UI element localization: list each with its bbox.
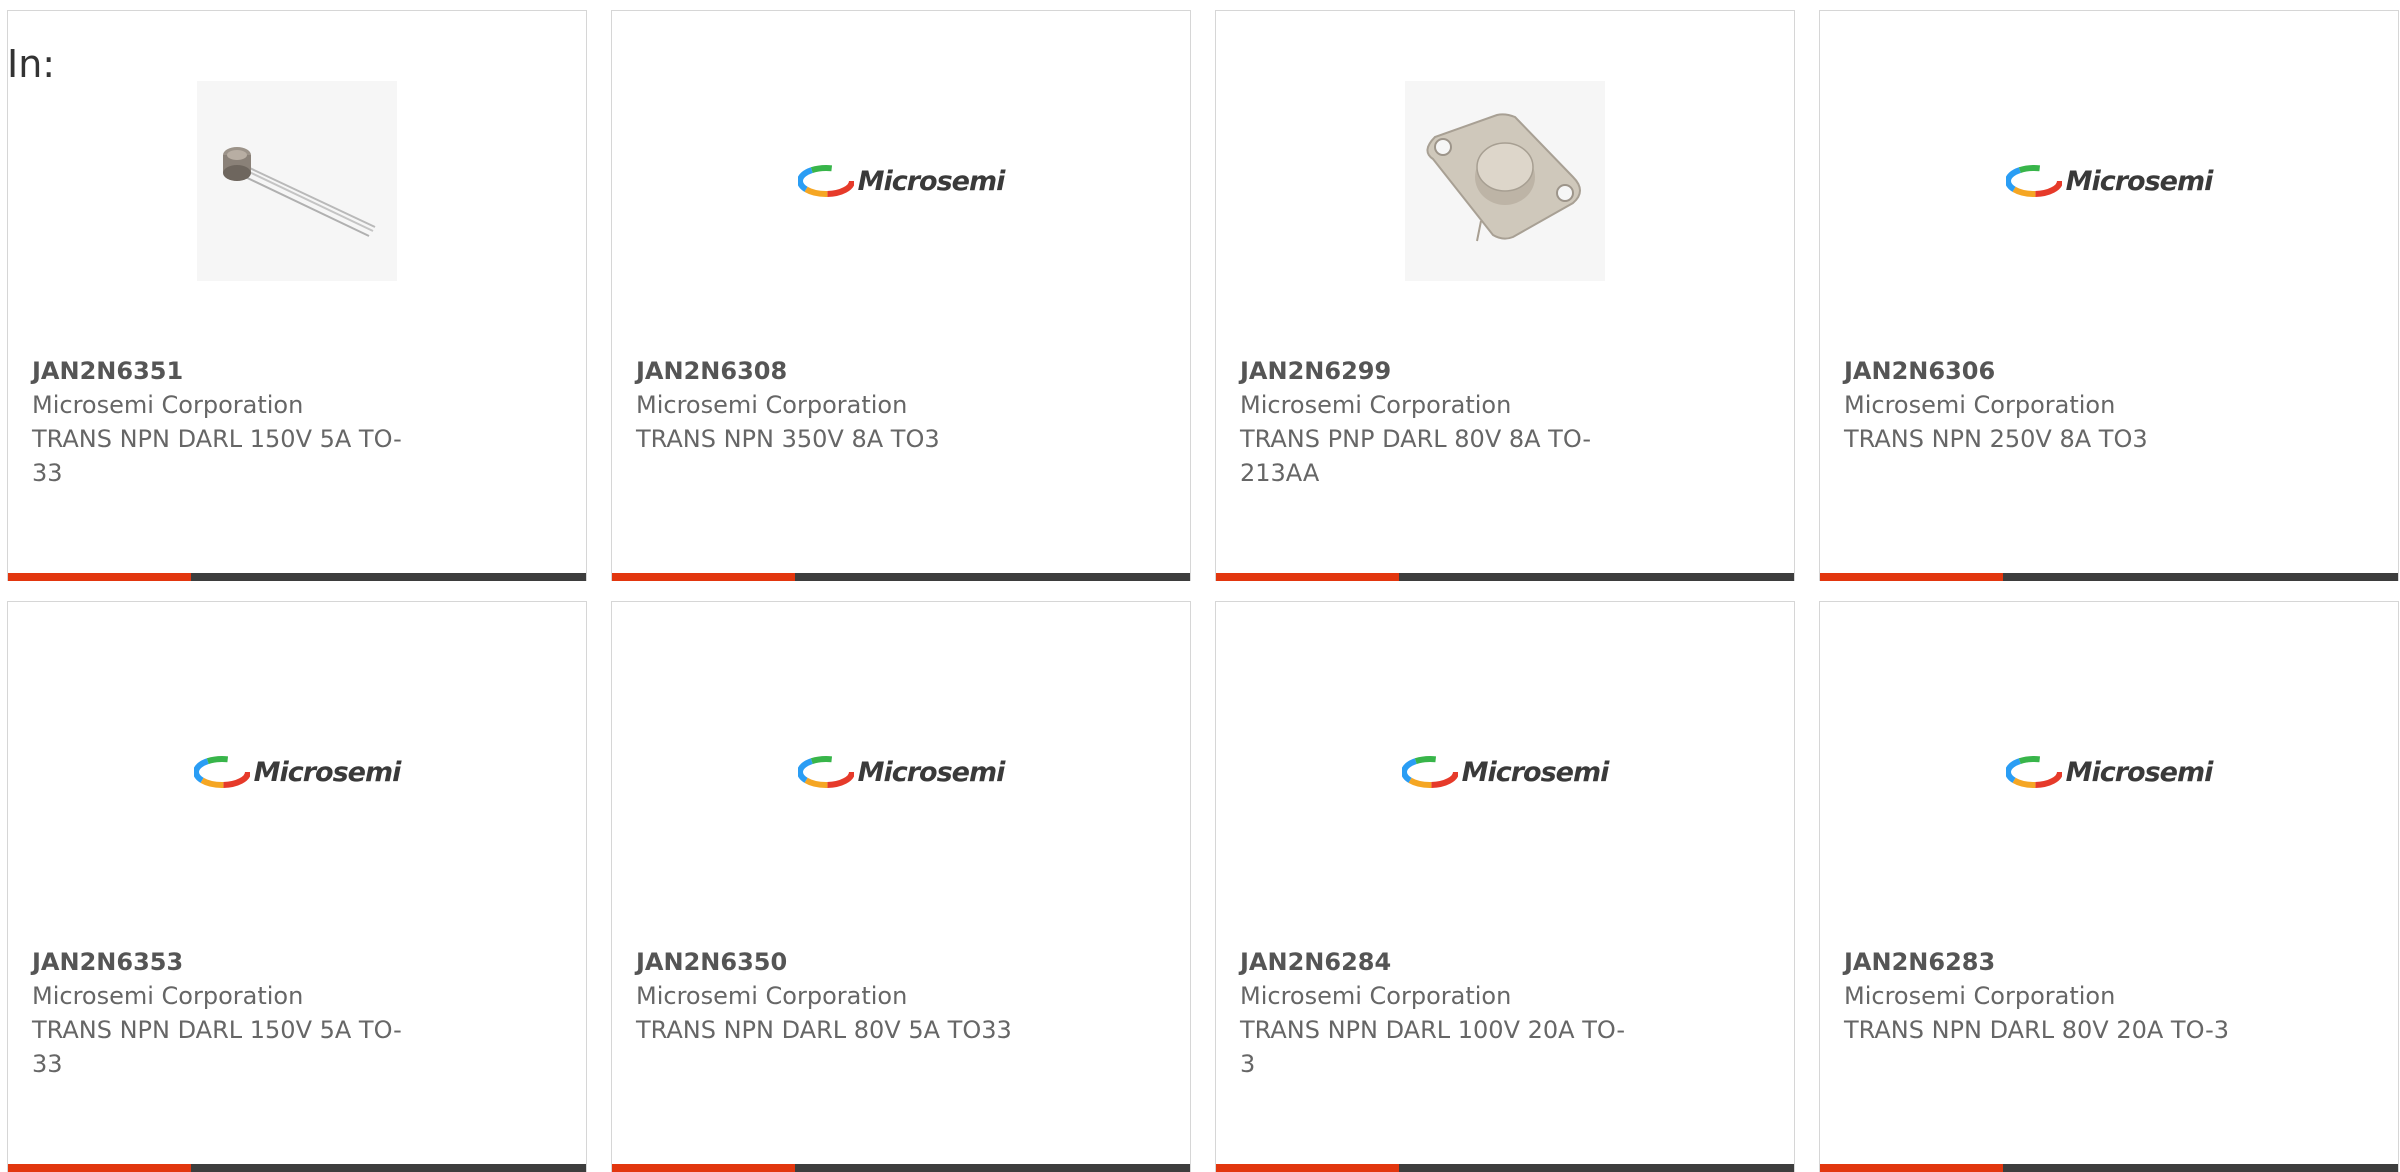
card-bar-accent <box>1820 573 2003 581</box>
microsemi-logo: Microsemi <box>2005 164 2214 198</box>
card-bottom-bar <box>1216 1164 1794 1172</box>
logo-text: Microsemi <box>253 756 402 788</box>
part-number[interactable]: JAN2N6283 <box>1844 945 2374 979</box>
microsemi-swirl-icon <box>1401 756 1458 788</box>
to-39-transistor-icon <box>223 147 376 237</box>
product-card[interactable]: JAN2N6299 Microsemi Corporation TRANS PN… <box>1215 10 1795 581</box>
manufacturer: Microsemi Corporation <box>1844 982 2116 1010</box>
microsemi-logo: Microsemi <box>1401 755 1610 789</box>
logo-text: Microsemi <box>1461 756 1610 788</box>
product-info: JAN2N6350 Microsemi Corporation TRANS NP… <box>636 945 1166 1047</box>
card-bar-accent <box>1216 573 1399 581</box>
microsemi-swirl-icon <box>797 756 854 788</box>
card-bottom-bar <box>612 1164 1190 1172</box>
card-bar-accent <box>612 1164 795 1172</box>
card-bottom-bar <box>1820 573 2398 581</box>
part-number[interactable]: JAN2N6306 <box>1844 354 2374 388</box>
product-description: TRANS NPN DARL 80V 5A TO33 <box>636 1016 1012 1044</box>
manufacturer: Microsemi Corporation <box>1844 391 2116 419</box>
card-bottom-bar <box>1820 1164 2398 1172</box>
product-description: TRANS NPN DARL 150V 5A TO-33 <box>32 1016 402 1078</box>
product-image-area: Microsemi <box>612 81 1190 281</box>
manufacturer: Microsemi Corporation <box>1240 391 1512 419</box>
product-info: JAN2N6283 Microsemi Corporation TRANS NP… <box>1844 945 2374 1047</box>
logo-text: Microsemi <box>857 165 1006 197</box>
product-info: JAN2N6308 Microsemi Corporation TRANS NP… <box>636 354 1166 456</box>
manufacturer: Microsemi Corporation <box>636 982 908 1010</box>
product-image-area: Microsemi <box>1820 672 2398 872</box>
part-number[interactable]: JAN2N6350 <box>636 945 1166 979</box>
product-description: TRANS NPN 350V 8A TO3 <box>636 425 940 453</box>
microsemi-logo: Microsemi <box>2005 755 2214 789</box>
product-card[interactable]: Microsemi JAN2N6283 Microsemi Corporatio… <box>1819 601 2399 1172</box>
product-description: TRANS NPN 250V 8A TO3 <box>1844 425 2148 453</box>
part-number[interactable]: JAN2N6353 <box>32 945 562 979</box>
product-info: JAN2N6353 Microsemi Corporation TRANS NP… <box>32 945 562 1081</box>
part-number[interactable]: JAN2N6351 <box>32 354 562 388</box>
product-card[interactable]: Microsemi JAN2N6306 Microsemi Corporatio… <box>1819 10 2399 581</box>
logo-text: Microsemi <box>2065 756 2214 788</box>
product-description: TRANS PNP DARL 80V 8A TO-213AA <box>1240 425 1592 487</box>
manufacturer: Microsemi Corporation <box>32 982 304 1010</box>
logo-text: Microsemi <box>2065 165 2214 197</box>
card-bar-accent <box>612 573 795 581</box>
manufacturer: Microsemi Corporation <box>1240 982 1512 1010</box>
microsemi-logo: Microsemi <box>797 164 1006 198</box>
manufacturer: Microsemi Corporation <box>636 391 908 419</box>
product-card[interactable]: Microsemi JAN2N6284 Microsemi Corporatio… <box>1215 601 1795 1172</box>
part-number[interactable]: JAN2N6308 <box>636 354 1166 388</box>
product-card[interactable]: JAN2N6351 Microsemi Corporation TRANS NP… <box>7 10 587 581</box>
transistor-photo <box>197 81 397 281</box>
card-bottom-bar <box>8 1164 586 1172</box>
card-bar-accent <box>8 1164 191 1172</box>
product-card[interactable]: Microsemi JAN2N6308 Microsemi Corporatio… <box>611 10 1191 581</box>
microsemi-logo: Microsemi <box>797 755 1006 789</box>
product-card[interactable]: Microsemi JAN2N6350 Microsemi Corporatio… <box>611 601 1191 1172</box>
product-info: JAN2N6299 Microsemi Corporation TRANS PN… <box>1240 354 1770 490</box>
microsemi-swirl-icon <box>2005 165 2062 197</box>
product-card[interactable]: Microsemi JAN2N6353 Microsemi Corporatio… <box>7 601 587 1172</box>
transistor-photo <box>1405 81 1605 281</box>
microsemi-swirl-icon <box>193 756 250 788</box>
to-3-transistor-icon <box>1426 113 1581 242</box>
card-bottom-bar <box>1216 573 1794 581</box>
microsemi-swirl-icon <box>797 165 854 197</box>
product-image-area <box>1216 81 1794 281</box>
product-image-area <box>8 81 586 281</box>
product-image-area: Microsemi <box>612 672 1190 872</box>
product-image-area: Microsemi <box>8 672 586 872</box>
part-number[interactable]: JAN2N6284 <box>1240 945 1770 979</box>
card-bottom-bar <box>612 573 1190 581</box>
card-bar-accent <box>8 573 191 581</box>
card-bar-accent <box>1820 1164 2003 1172</box>
part-number[interactable]: JAN2N6299 <box>1240 354 1770 388</box>
product-grid: JAN2N6351 Microsemi Corporation TRANS NP… <box>7 10 2400 1172</box>
product-image-area: Microsemi <box>1216 672 1794 872</box>
product-description: TRANS NPN DARL 80V 20A TO-3 <box>1844 1016 2230 1044</box>
product-info: JAN2N6306 Microsemi Corporation TRANS NP… <box>1844 354 2374 456</box>
logo-text: Microsemi <box>857 756 1006 788</box>
product-info: JAN2N6351 Microsemi Corporation TRANS NP… <box>32 354 562 490</box>
product-info: JAN2N6284 Microsemi Corporation TRANS NP… <box>1240 945 1770 1081</box>
product-image-area: Microsemi <box>1820 81 2398 281</box>
manufacturer: Microsemi Corporation <box>32 391 304 419</box>
product-description: TRANS NPN DARL 150V 5A TO-33 <box>32 425 402 487</box>
card-bar-accent <box>1216 1164 1399 1172</box>
product-description: TRANS NPN DARL 100V 20A TO-3 <box>1240 1016 1626 1078</box>
filter-label: In: <box>7 42 56 86</box>
microsemi-logo: Microsemi <box>193 755 402 789</box>
card-bottom-bar <box>8 573 586 581</box>
microsemi-swirl-icon <box>2005 756 2062 788</box>
